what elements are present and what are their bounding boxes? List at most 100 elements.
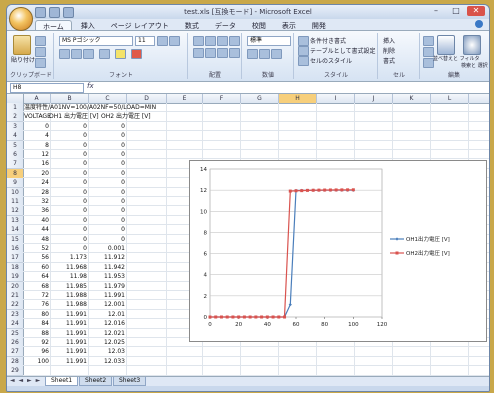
table-cell[interactable]: 52 [24,244,49,253]
column-header-h[interactable]: H [279,94,317,103]
table-cell[interactable]: 0 [90,206,125,215]
table-cell[interactable]: 12.01 [90,310,125,319]
column-header-a[interactable]: A [23,94,51,103]
table-cell[interactable]: 0 [52,244,87,253]
table-cell[interactable]: 11.991 [52,310,87,319]
column-header-c[interactable]: C [89,94,127,103]
percent-icon[interactable] [259,49,270,59]
table-cell[interactable]: 68 [24,282,49,291]
table-cell[interactable]: 11.991 [52,338,87,347]
table-cell[interactable]: 100 [24,357,49,366]
align-left-icon[interactable] [193,48,204,58]
wrap-text-icon[interactable] [229,36,240,46]
column-header-e[interactable]: E [167,94,203,103]
table-cell[interactable]: 24 [24,178,49,187]
table-cell[interactable]: 32 [24,197,49,206]
table-cell[interactable]: 0 [52,150,87,159]
table-cell[interactable]: 12.025 [90,338,125,347]
cell-a1[interactable]: 温度特性/A01NV=100/A02NF=50/LOAD=MIN [24,103,156,112]
insert-cells-button[interactable]: 挿入 [383,36,395,45]
fill-color-icon[interactable] [115,49,126,59]
format-table-button[interactable]: テーブルとして書式設定 [310,46,375,55]
format-table-icon[interactable] [298,46,309,56]
table-cell[interactable]: 0 [52,159,87,168]
table-cell[interactable]: 0 [90,178,125,187]
find-select-icon[interactable] [463,35,481,55]
table-cell[interactable]: 0 [90,216,125,225]
table-cell[interactable]: 44 [24,225,49,234]
table-cell[interactable]: 1.173 [52,253,87,262]
table-cell[interactable]: 48 [24,235,49,244]
sheet-tab-1[interactable]: Sheet1 [45,377,79,386]
table-cell[interactable]: 11.991 [90,291,125,300]
table-cell[interactable]: 0 [52,225,87,234]
cell-styles-icon[interactable] [298,56,309,66]
paste-icon[interactable] [13,35,31,55]
select-all-corner[interactable] [7,94,24,103]
conditional-format-button[interactable]: 条件付き書式 [310,36,346,45]
align-bottom-icon[interactable] [217,36,228,46]
table-cell[interactable]: 0 [90,159,125,168]
table-cell[interactable]: 12 [24,150,49,159]
office-button[interactable] [9,7,33,31]
cut-icon[interactable] [35,36,46,46]
column-header-g[interactable]: G [241,94,279,103]
close-button[interactable]: ✕ [467,6,485,16]
minimize-button[interactable]: – [427,6,445,16]
table-cell[interactable]: 76 [24,300,49,309]
table-cell[interactable]: 88 [24,329,49,338]
autosum-icon[interactable] [423,36,434,46]
cell-row2-header-3[interactable]: OH2 出力電圧 [V] [101,112,151,121]
spreadsheet-grid[interactable]: ABCDEFGHIJKL 1 2 3 4 5 6 7 8 9 10 11 12 13 14 15 16 17 18… [7,94,489,376]
comma-icon[interactable] [271,49,282,59]
currency-icon[interactable] [247,49,258,59]
embedded-chart[interactable]: 0 2 4 6 8 10 12 14 0 20 40 60 80 100 120 OH1出力電圧 [V] OH2… [189,160,487,342]
column-header-b[interactable]: B [51,94,89,103]
fx-icon[interactable]: fx [87,82,94,90]
table-cell[interactable]: 0 [24,122,49,131]
table-cell[interactable]: 0 [52,178,87,187]
format-cells-button[interactable]: 書式 [383,56,395,65]
table-cell[interactable]: 0 [90,122,125,131]
font-color-icon[interactable] [131,49,142,59]
table-cell[interactable]: 0 [52,169,87,178]
table-cell[interactable]: 11.988 [52,300,87,309]
name-box[interactable]: H8 [10,83,84,93]
column-header-k[interactable]: K [393,94,431,103]
table-cell[interactable]: 64 [24,272,49,281]
cell-row2-header-1[interactable]: VOLTAGE [24,112,51,121]
font-size-select[interactable]: 11 [135,36,155,46]
table-cell[interactable]: 96 [24,347,49,356]
table-cell[interactable]: 12.016 [90,319,125,328]
table-cell[interactable]: 11.98 [52,272,87,281]
sheet-tab-3[interactable]: Sheet3 [113,377,147,386]
table-cell[interactable]: 11.968 [52,263,87,272]
grow-font-icon[interactable] [157,36,168,46]
sort-filter-button[interactable]: 並べ替えと フィルタ [433,55,480,62]
table-cell[interactable]: 12.03 [90,347,125,356]
table-cell[interactable]: 60 [24,263,49,272]
column-header-d[interactable]: D [127,94,167,103]
table-cell[interactable]: 40 [24,216,49,225]
merge-cells-icon[interactable] [229,48,240,58]
table-cell[interactable]: 36 [24,206,49,215]
table-cell[interactable]: 0.001 [90,244,125,253]
table-cell[interactable]: 0 [52,141,87,150]
table-cell[interactable]: 80 [24,310,49,319]
table-cell[interactable]: 84 [24,319,49,328]
delete-cells-button[interactable]: 削除 [383,46,395,55]
number-format-select[interactable]: 標準 [247,36,291,46]
align-middle-icon[interactable] [205,36,216,46]
find-select-button[interactable]: 検索と 選択 [461,62,488,69]
table-cell[interactable]: 11.942 [90,263,125,272]
table-cell[interactable]: 11.991 [52,329,87,338]
align-center-icon[interactable] [205,48,216,58]
table-cell[interactable]: 11.953 [90,272,125,281]
underline-icon[interactable] [83,49,94,59]
help-icon[interactable] [475,20,483,28]
table-cell[interactable]: 28 [24,188,49,197]
column-header-j[interactable]: J [355,94,393,103]
table-cell[interactable]: 0 [90,150,125,159]
align-right-icon[interactable] [217,48,228,58]
table-cell[interactable]: 11.991 [52,357,87,366]
